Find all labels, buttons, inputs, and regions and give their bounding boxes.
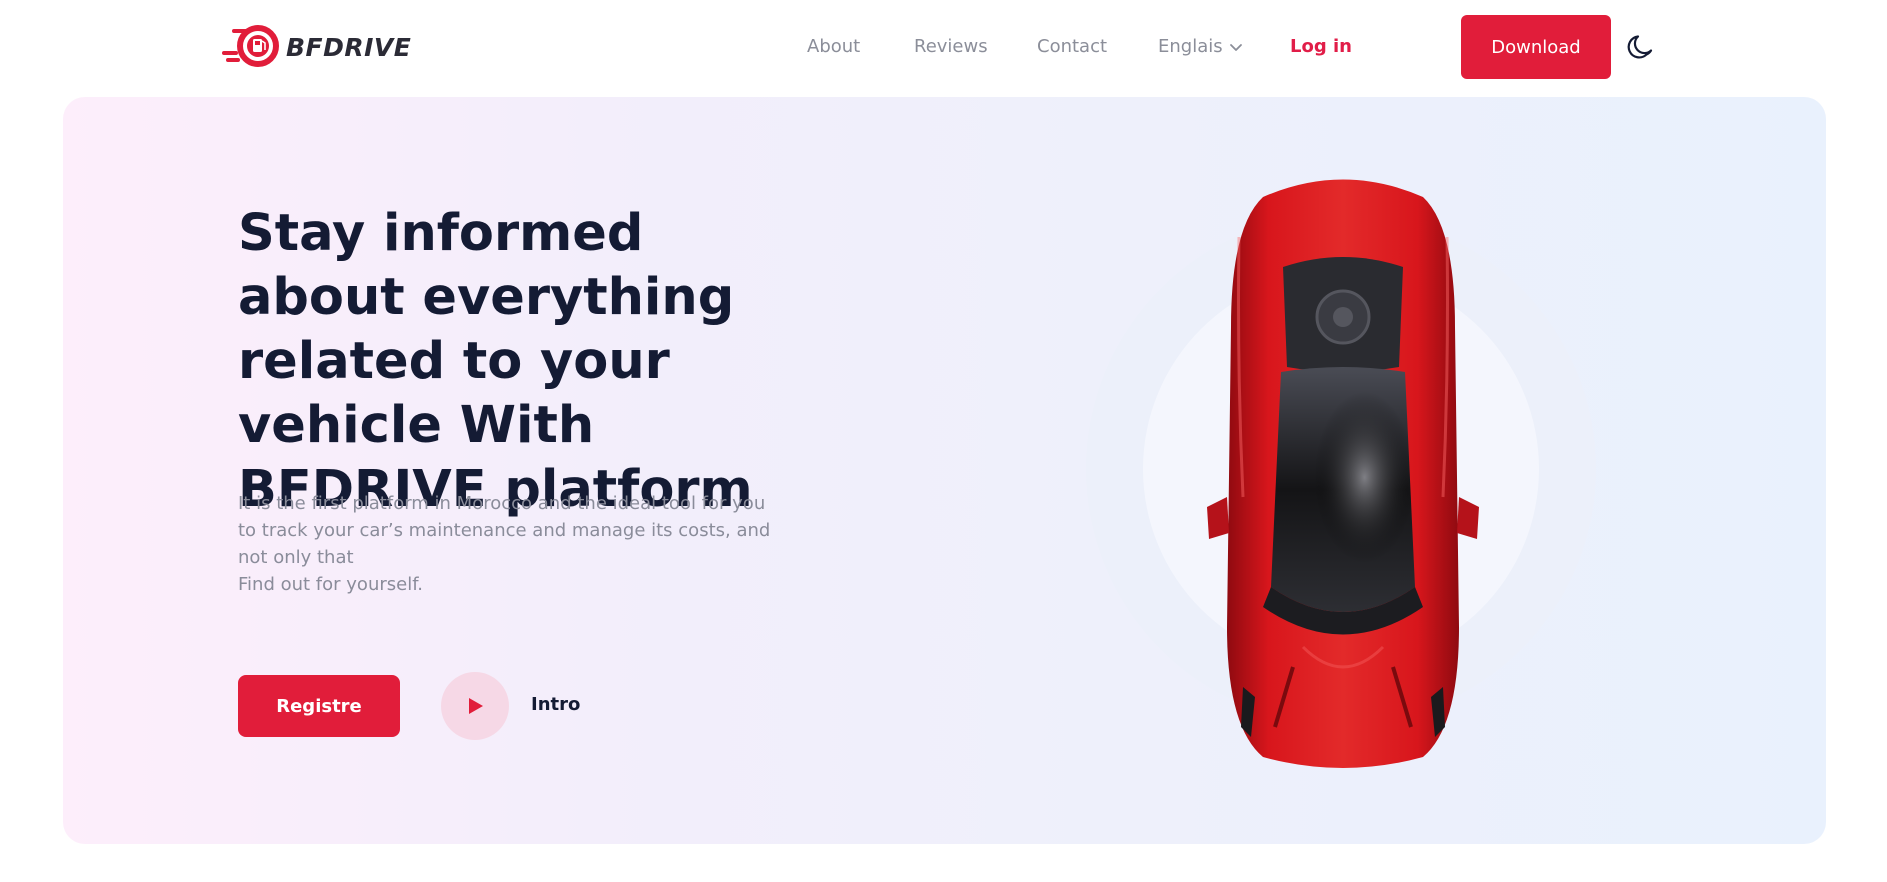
register-button[interactable]: Registre — [238, 675, 400, 737]
brand-logo[interactable]: BFDRIVE — [222, 24, 411, 70]
description-line: It is the first platform in Morocco and … — [238, 493, 771, 568]
download-button[interactable]: Download — [1461, 15, 1611, 79]
moon-icon[interactable] — [1626, 32, 1656, 62]
site-header: BFDRIVE About Reviews Contact Englais Lo… — [0, 0, 1887, 94]
nav-contact[interactable]: Contact — [1037, 34, 1107, 60]
nav-login[interactable]: Log in — [1290, 34, 1352, 60]
nav-reviews[interactable]: Reviews — [914, 34, 988, 60]
nav-about[interactable]: About — [807, 34, 860, 60]
play-icon — [469, 698, 483, 714]
intro-play-button[interactable] — [441, 672, 509, 740]
hero-description: It is the first platform in Morocco and … — [238, 490, 778, 598]
intro-label: Intro — [531, 694, 581, 715]
description-line: Find out for yourself. — [238, 574, 423, 595]
hero-headline: Stay informed about everything related t… — [238, 202, 798, 522]
chevron-down-icon — [1229, 44, 1242, 51]
language-label: Englais — [1158, 36, 1223, 57]
language-selector[interactable]: Englais — [1158, 34, 1243, 60]
car-image — [1207, 179, 1479, 768]
hero-section: Stay informed about everything related t… — [63, 97, 1826, 844]
gas-pump-drop-icon — [222, 25, 279, 67]
brand-name: BFDRIVE — [286, 32, 412, 62]
